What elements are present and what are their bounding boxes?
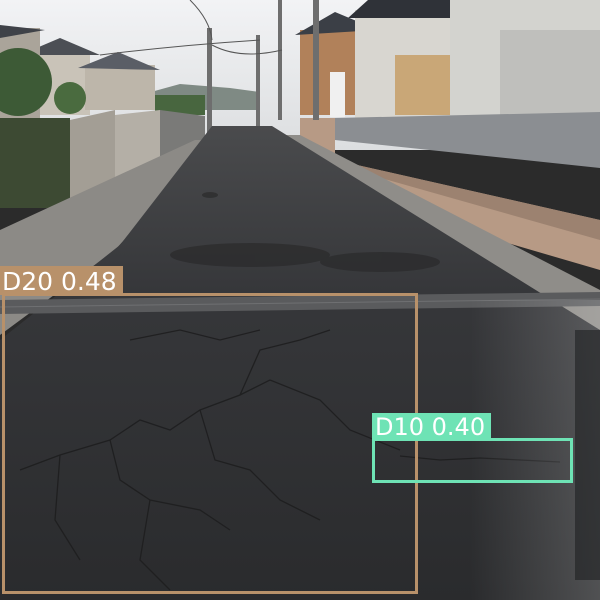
detection-box-d20 [2,293,418,594]
detection-label-d20: D20 0.48 [0,266,123,295]
detection-box-d10 [372,438,573,483]
right-houses [295,0,600,125]
detection-label-d10: D10 0.40 [372,413,492,440]
metal-fence [335,112,600,168]
road-damage-photo: D20 0.48 D10 0.40 [0,0,600,600]
